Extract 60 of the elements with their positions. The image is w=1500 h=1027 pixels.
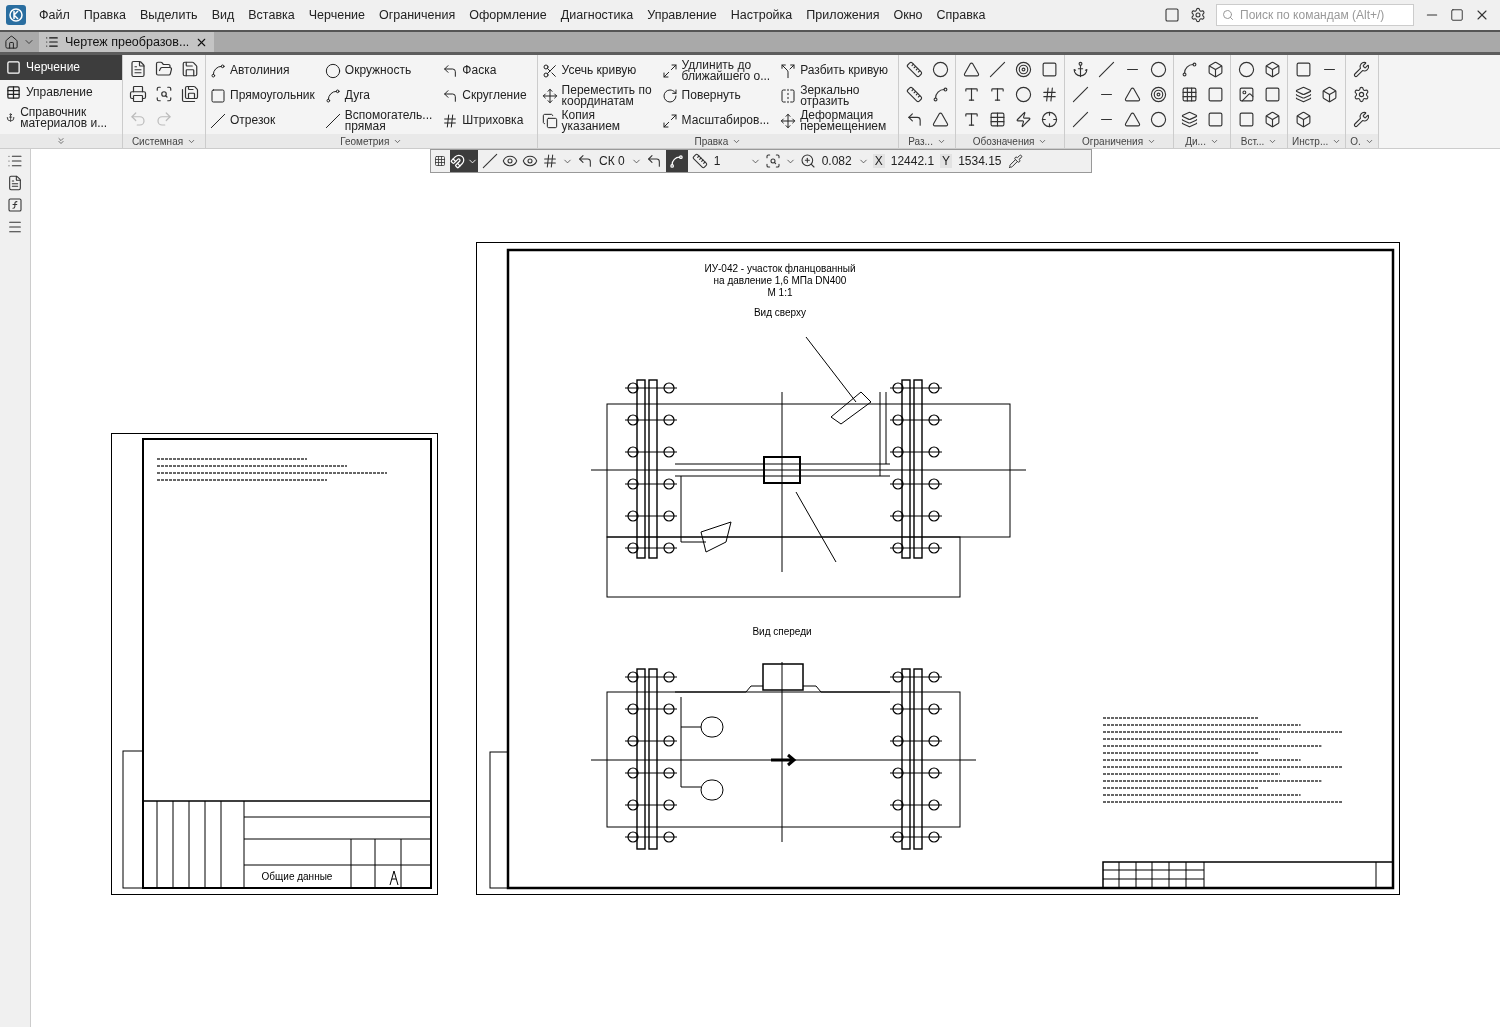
menu-item[interactable]: Файл [32,8,77,22]
ribbon-command[interactable]: Переместить по координатам [541,83,658,108]
ribbon-command[interactable]: Усечь кривую [541,58,658,83]
ribbon-command[interactable]: Копия указанием [541,108,658,133]
mode-tab[interactable]: Справочник материалов и... [0,105,122,130]
drawing-scale: М 1:1 [767,287,793,298]
zoom-value[interactable]: 0.082 [819,154,854,168]
view-label: Вид спереди [752,626,812,637]
menu-item[interactable]: Справка [929,8,993,22]
drawing-subtitle: на давление 1,6 МПа DN400 [713,275,847,286]
ribbon-command[interactable]: Скругление [442,83,533,108]
ribbon-command[interactable]: Разбить кривую [780,58,895,83]
group-caption: Ограничения [1082,135,1144,147]
menu-item[interactable]: Настройка [723,8,800,22]
step-value[interactable]: 1 [711,154,746,168]
menu-item[interactable]: Ограничения [372,8,463,22]
menu-item[interactable]: Диагностика [553,8,641,22]
ribbon-command[interactable]: Масштабиров... [661,108,777,133]
search-field[interactable]: Поиск по командам (Alt+/) [1216,4,1414,26]
x-coordinate: 12442.1 [889,154,936,168]
ribbon-command[interactable]: Деформация перемещением [780,108,895,133]
ribbon-command[interactable]: Окружность [324,58,439,83]
group-caption: Раз... [908,135,933,147]
drawing-title: ИУ-042 - участок фланцованный [704,263,856,274]
ribbon-command[interactable]: Зеркально отразить [780,83,895,108]
mode-tab[interactable]: Управление [0,80,122,105]
view-label: Вид сверху [753,307,807,318]
menu-item[interactable]: Управление [640,8,724,22]
menu-item[interactable]: Черчение [301,8,372,22]
menu-item[interactable]: Оформление [462,8,554,22]
y-label: Y [940,154,953,168]
ribbon-command[interactable]: Отрезок [210,108,321,133]
x-label: X [872,154,885,168]
coordinate-system[interactable]: СК 0 [597,154,627,168]
group-caption: Правка [694,135,729,147]
group-caption: Ди... [1185,135,1206,147]
ribbon-command[interactable]: Дуга [324,83,439,108]
ribbon-command[interactable]: Удлинить до ближайшего о... [661,58,777,83]
group-caption: Системная [131,135,184,147]
menu-item[interactable]: Вид [204,8,242,22]
menu-item[interactable]: Приложения [799,8,887,22]
menu-item[interactable]: Правка [76,8,133,22]
ribbon-command[interactable]: Штриховка [442,108,533,133]
ribbon-command[interactable]: Повернуть [661,83,777,108]
group-caption: О. [1350,135,1361,147]
mode-tab[interactable]: Черчение [0,55,122,80]
group-caption: Геометрия [340,135,390,147]
menu-item[interactable]: Выделить [132,8,205,22]
document-tab[interactable]: Чертеж преобразов... [39,32,215,52]
ribbon-command[interactable]: Прямоугольник [210,83,321,108]
group-caption: Инстр... [1292,135,1329,147]
ribbon-command[interactable]: Автолиния [210,58,321,83]
menu-item[interactable]: Окно [886,8,930,22]
group-caption: Вст... [1240,135,1265,147]
title-block-name: Общие данные [261,871,333,882]
ribbon-command[interactable]: Вспомогатель... прямая [324,108,439,133]
ribbon-command[interactable]: Фаска [442,58,533,83]
y-coordinate: 1534.15 [957,154,1003,168]
group-caption: Обозначения [972,135,1035,147]
menu-item[interactable]: Вставка [241,8,302,22]
